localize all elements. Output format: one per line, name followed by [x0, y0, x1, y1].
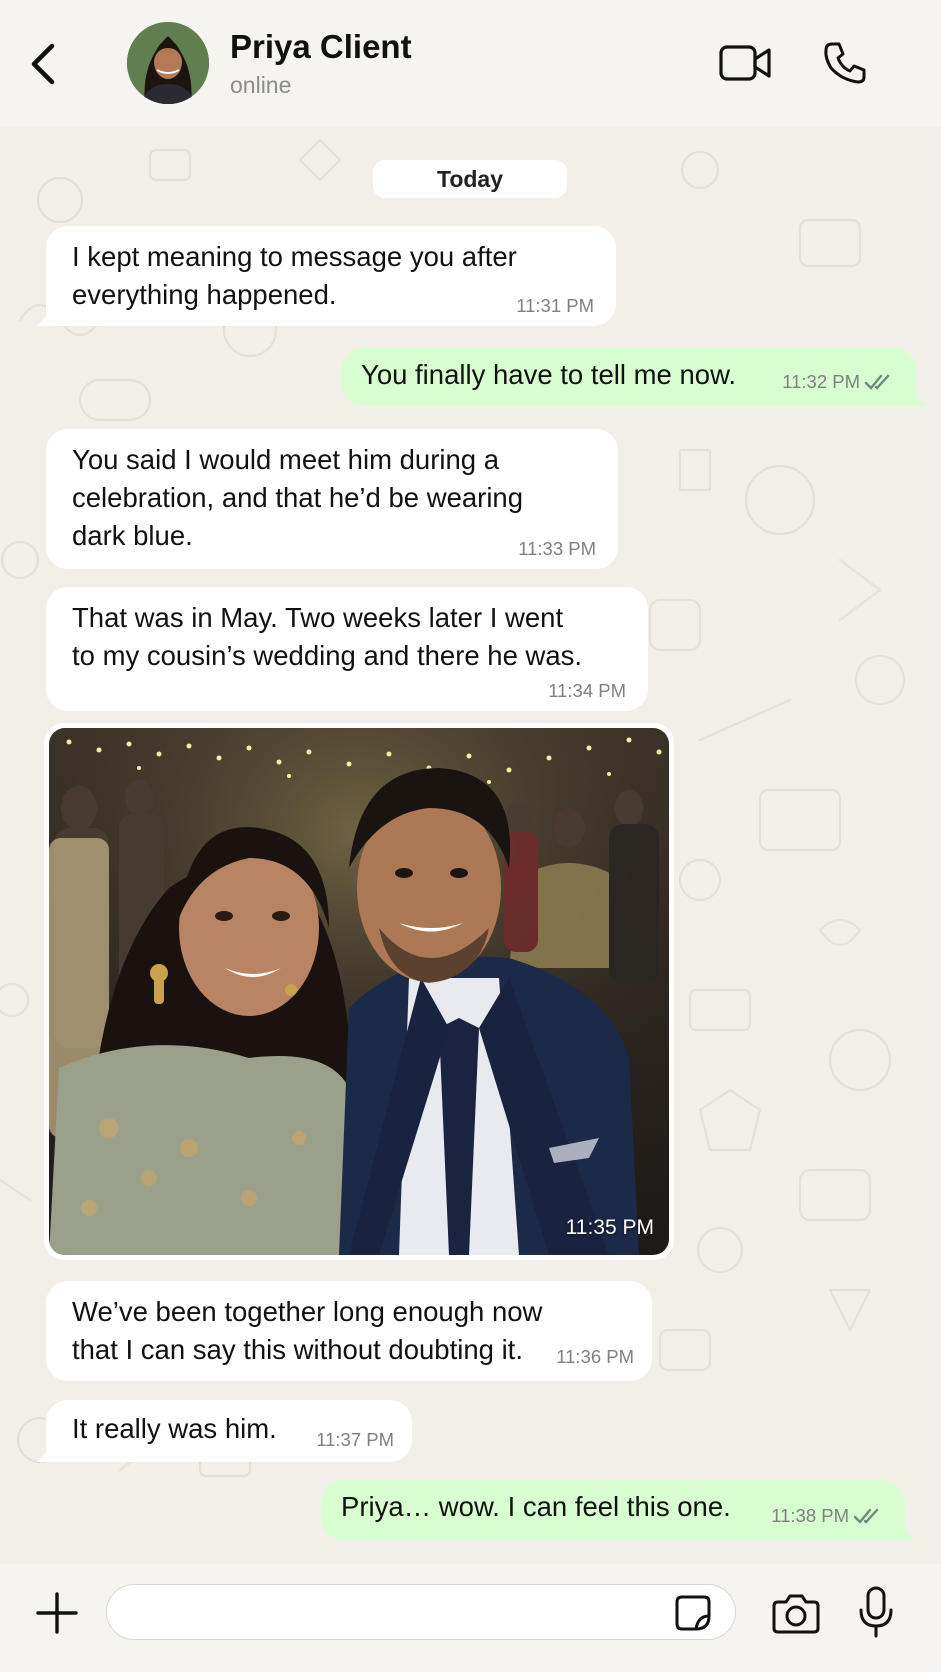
- message-time: 11:34 PM: [548, 680, 626, 701]
- camera-icon[interactable]: [772, 1592, 820, 1634]
- microphone-icon[interactable]: [858, 1586, 894, 1638]
- photo-message-bubble[interactable]: 11:35 PM: [44, 723, 674, 1260]
- message-bubble[interactable]: That was in May. Two weeks later I went …: [46, 587, 648, 711]
- message-bubble[interactable]: I kept meaning to message you after ever…: [46, 226, 616, 326]
- sticker-icon[interactable]: [674, 1594, 712, 1632]
- message-input[interactable]: [106, 1584, 736, 1640]
- avatar[interactable]: [127, 22, 209, 104]
- video-call-icon[interactable]: [718, 42, 772, 84]
- back-arrow-icon[interactable]: [26, 40, 60, 88]
- chat-header: Priya Client online: [0, 0, 941, 126]
- message-bubble[interactable]: You said I would meet him during a celeb…: [46, 429, 618, 569]
- wedding-photo-image: [49, 728, 669, 1255]
- message-text: celebration, and that he’d be wearing: [72, 482, 524, 513]
- message-time: 11:37 PM: [316, 1429, 394, 1450]
- phone-icon[interactable]: [822, 40, 868, 86]
- message-time: 11:38 PM: [771, 1505, 849, 1526]
- message-time: 11:32 PM: [782, 371, 860, 392]
- avatar-portrait-image: [127, 22, 209, 104]
- message-bubble[interactable]: You finally have to tell me now. 11:32 P…: [341, 348, 916, 406]
- couple-photo[interactable]: [49, 728, 669, 1255]
- message-text: That was in May. Two weeks later I went: [72, 602, 564, 633]
- message-bubble[interactable]: We’ve been together long enough now that…: [46, 1281, 652, 1381]
- message-text: to my cousin’s wedding and there he was.: [72, 640, 583, 671]
- double-check-icon: [864, 374, 890, 390]
- message-text: Priya… wow. I can feel this one.: [341, 1491, 731, 1522]
- message-text: It really was him.: [72, 1413, 277, 1444]
- message-bubble[interactable]: Priya… wow. I can feel this one. 11:38 P…: [321, 1480, 905, 1540]
- message-time: 11:35 PM: [565, 1216, 654, 1239]
- message-text: that I can say this without doubting it.: [72, 1334, 523, 1365]
- message-time: 11:31 PM: [516, 295, 594, 316]
- message-text: We’ve been together long enough now: [72, 1296, 543, 1327]
- message-bubble[interactable]: It really was him. 11:37 PM: [46, 1400, 412, 1462]
- message-time: 11:33 PM: [518, 538, 596, 559]
- message-text: I kept meaning to message you after: [72, 241, 517, 272]
- message-text: You finally have to tell me now.: [361, 359, 737, 390]
- date-separator: Today: [373, 160, 567, 198]
- composer-bar: [0, 1564, 941, 1672]
- double-check-icon: [853, 1508, 879, 1524]
- contact-status: online: [230, 72, 292, 98]
- message-text: You said I would meet him during a: [72, 444, 500, 475]
- contact-name[interactable]: Priya Client: [230, 28, 412, 66]
- plus-icon[interactable]: [34, 1590, 80, 1636]
- message-time: 11:36 PM: [556, 1346, 634, 1367]
